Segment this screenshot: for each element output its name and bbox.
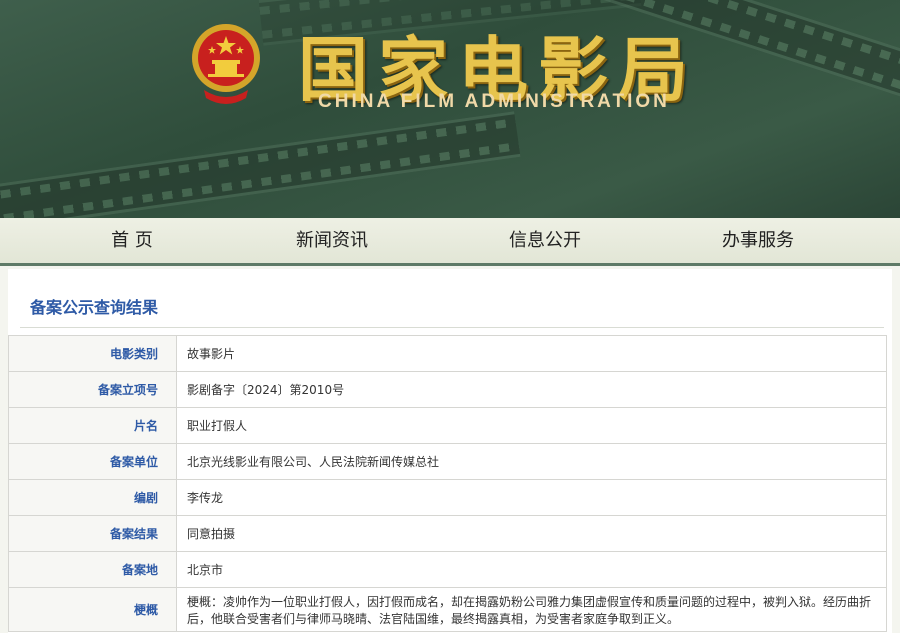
row-value-film-category: 故事影片 [176, 335, 887, 372]
site-title-en: CHINA FILM ADMINISTRATION [318, 91, 670, 112]
row-value-filing-unit: 北京光线影业有限公司、人民法院新闻传媒总社 [176, 443, 887, 480]
result-panel: 备案公示查询结果 电影类别 故事影片 备案立项号 影剧备字〔2024〕第2010… [8, 269, 892, 633]
table-row: 电影类别 故事影片 [8, 335, 887, 372]
table-row: 片名 职业打假人 [8, 407, 887, 444]
table-row: 备案单位 北京光线影业有限公司、人民法院新闻传媒总社 [8, 443, 887, 480]
film-strip-decoration [0, 111, 521, 218]
table-row: 备案结果 同意拍摄 [8, 515, 887, 552]
row-label-film-category: 电影类别 [8, 335, 177, 372]
row-value-filing-result: 同意拍摄 [176, 515, 887, 552]
nav-item-information[interactable]: 信息公开 [490, 218, 600, 263]
table-row: 编剧 李传龙 [8, 479, 887, 516]
row-value-synopsis: 梗概：凌帅作为一位职业打假人，因打假而成名，却在揭露奶粉公司雅力集团虚假宣传和质… [176, 587, 887, 632]
main-nav: 首 页 新闻资讯 信息公开 办事服务 [0, 218, 900, 266]
nav-item-home[interactable]: 首 页 [92, 218, 172, 263]
table-row: 备案立项号 影剧备字〔2024〕第2010号 [8, 371, 887, 408]
national-emblem-icon [192, 24, 260, 104]
divider [20, 327, 884, 328]
row-label-filing-unit: 备案单位 [8, 443, 177, 480]
row-value-filing-number: 影剧备字〔2024〕第2010号 [176, 371, 887, 408]
nav-item-news[interactable]: 新闻资讯 [272, 218, 392, 263]
row-label-synopsis: 梗概 [8, 587, 177, 632]
row-value-title: 职业打假人 [176, 407, 887, 444]
row-label-title: 片名 [8, 407, 177, 444]
row-label-filing-number: 备案立项号 [8, 371, 177, 408]
row-value-filing-location: 北京市 [176, 551, 887, 588]
table-row: 备案地 北京市 [8, 551, 887, 588]
section-title: 备案公示查询结果 [30, 298, 159, 317]
row-label-filing-result: 备案结果 [8, 515, 177, 552]
table-row: 梗概 梗概：凌帅作为一位职业打假人，因打假而成名，却在揭露奶粉公司雅力集团虚假宣… [8, 587, 887, 632]
row-label-screenwriter: 编剧 [8, 479, 177, 516]
nav-item-services[interactable]: 办事服务 [703, 218, 813, 263]
row-label-filing-location: 备案地 [8, 551, 177, 588]
site-header-banner: 国家电影局 CHINA FILM ADMINISTRATION [0, 0, 900, 218]
record-table: 电影类别 故事影片 备案立项号 影剧备字〔2024〕第2010号 片名 职业打假… [8, 335, 887, 632]
row-value-screenwriter: 李传龙 [176, 479, 887, 516]
